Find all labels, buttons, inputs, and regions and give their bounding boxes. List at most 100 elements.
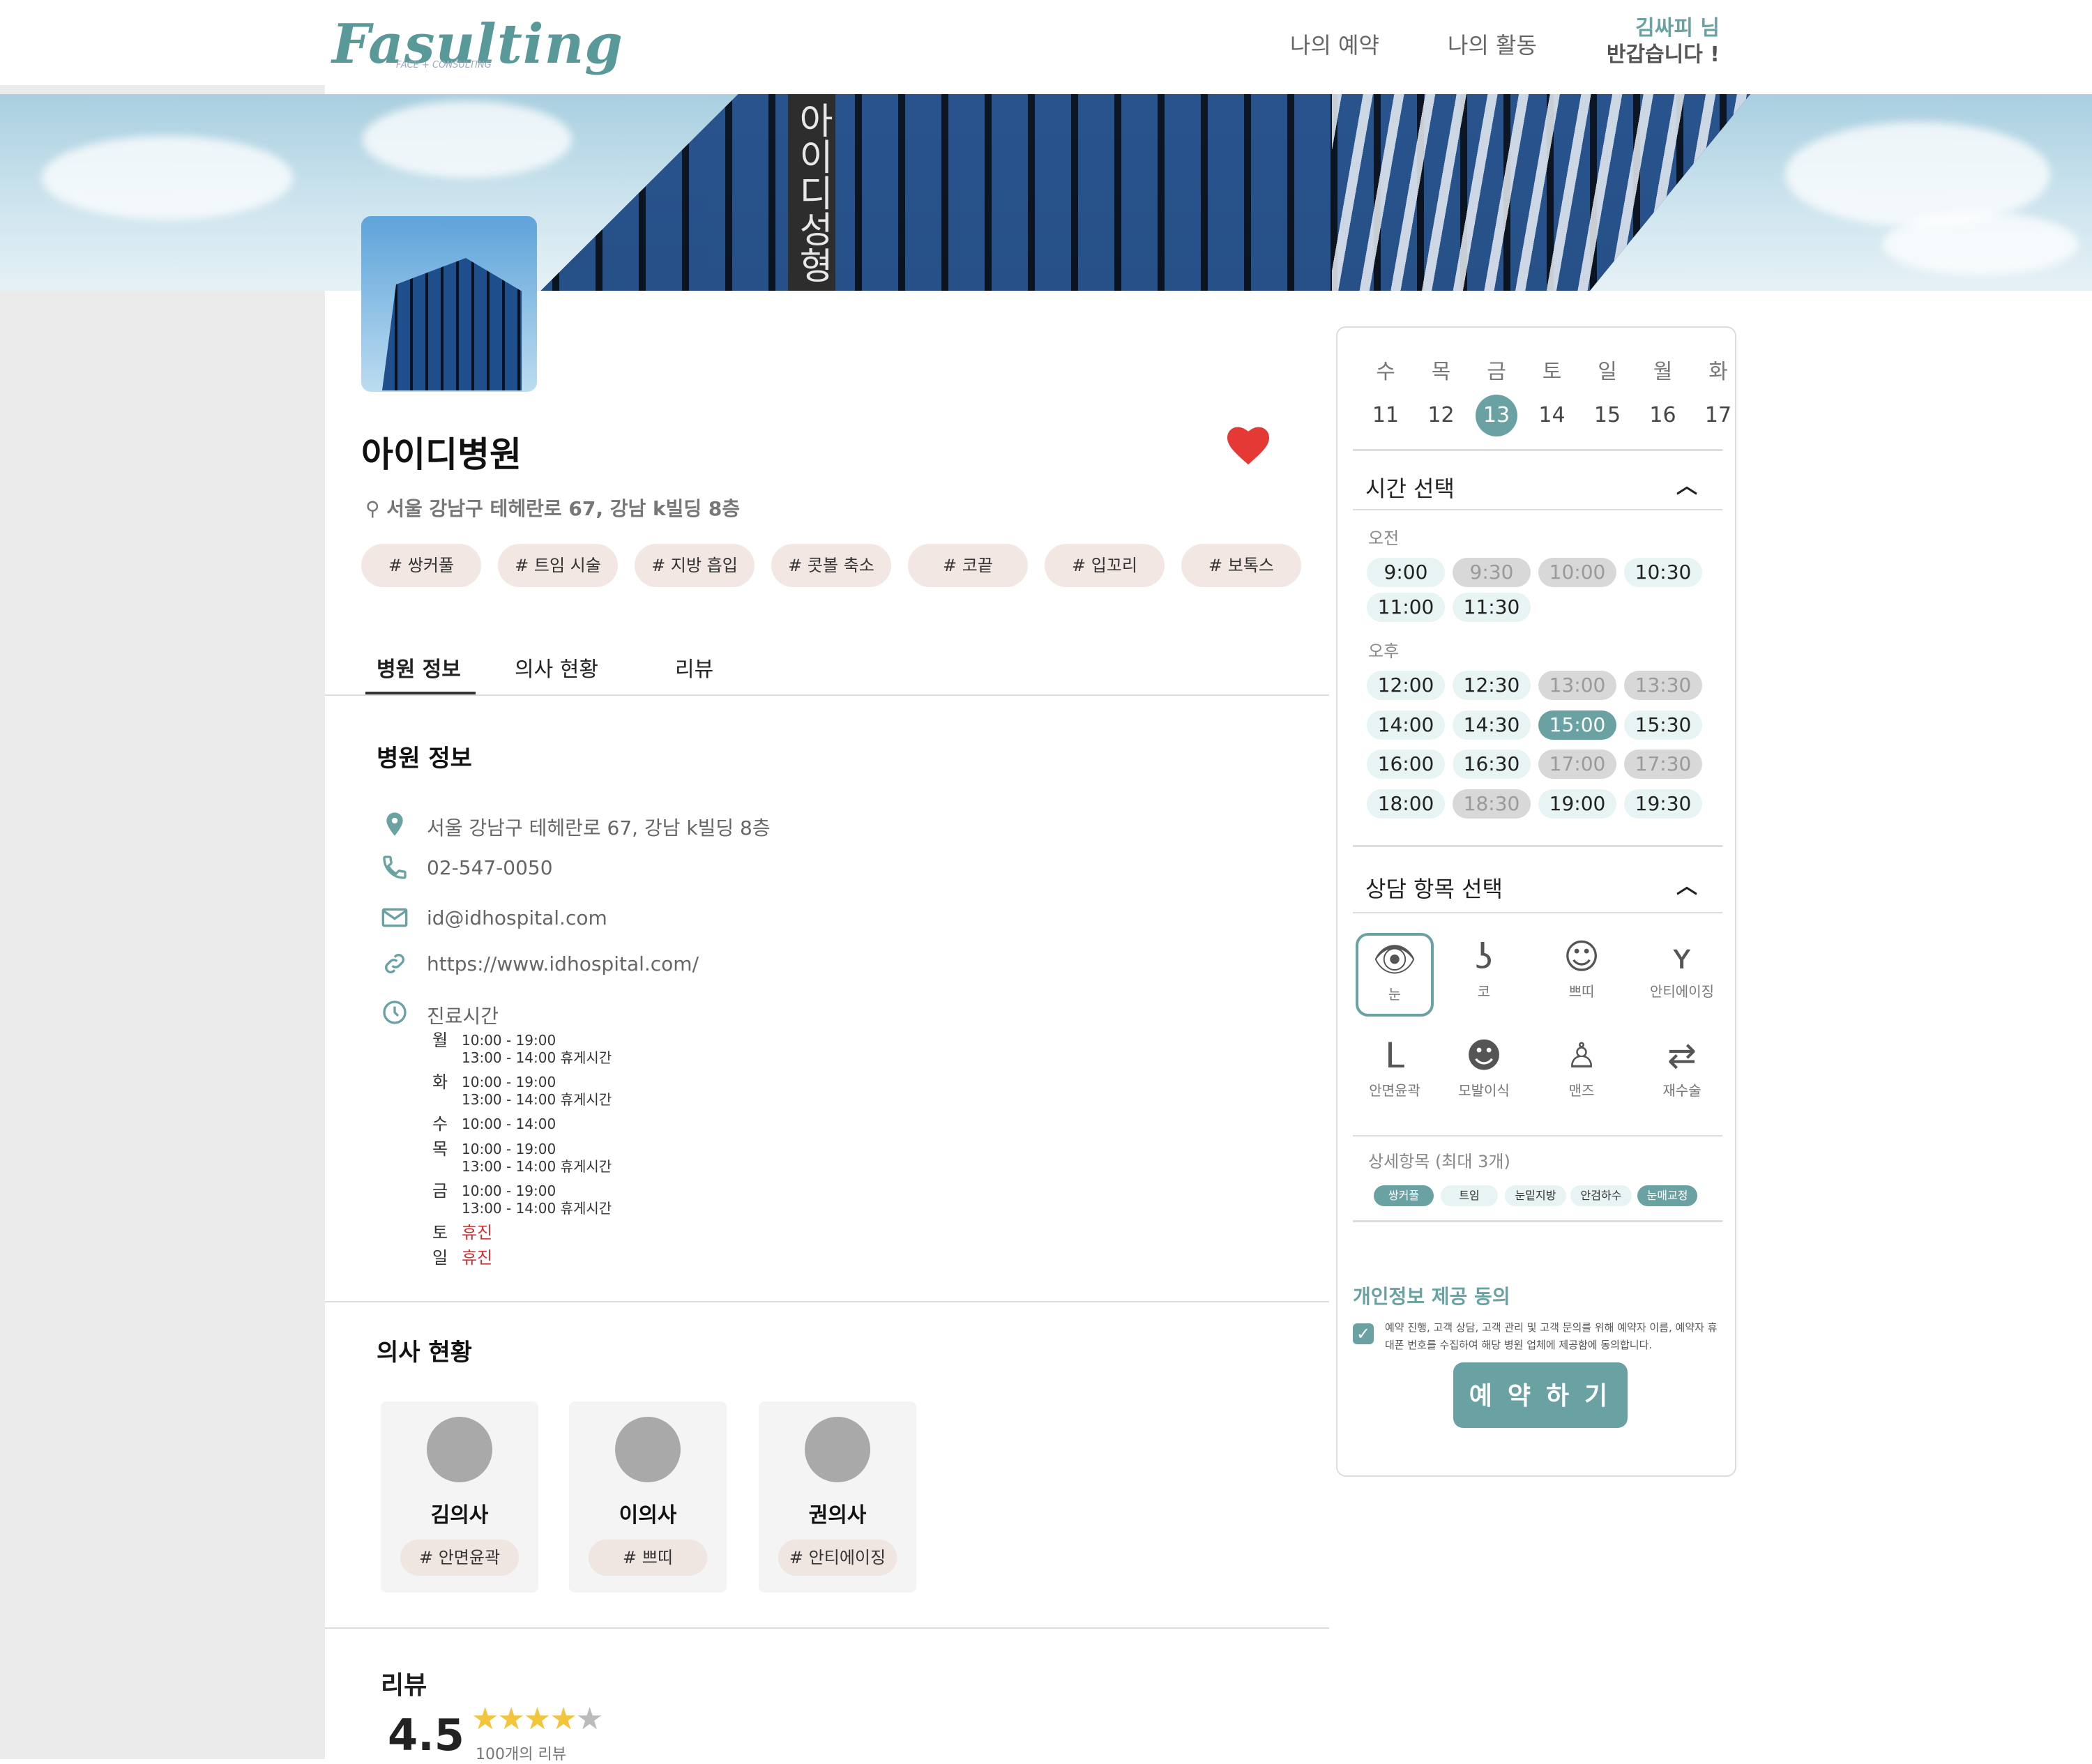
hospital-name: 아이디병원: [361, 434, 522, 475]
time-slot[interactable]: 16:00: [1367, 750, 1445, 779]
time-slot: 17:30: [1624, 750, 1702, 779]
greeting-text: 반갑습니다 !: [1606, 43, 1720, 67]
tab-hospital-info[interactable]: 병원 정보: [377, 652, 461, 683]
panel-divider: [1353, 449, 1722, 451]
jawline-icon: ᒪ: [1385, 1035, 1404, 1076]
detail-chip[interactable]: 안검하수: [1570, 1185, 1632, 1206]
weekday-label: 화: [1708, 360, 1728, 384]
doctor-card[interactable]: 이의사 # 쁘띠: [569, 1401, 727, 1592]
time-slot[interactable]: 9:00: [1367, 558, 1445, 587]
detail-chip[interactable]: 트임: [1441, 1185, 1498, 1206]
hospital-tag[interactable]: # 트임 시술: [498, 544, 618, 587]
time-slot[interactable]: 11:30: [1453, 593, 1531, 622]
book-button[interactable]: 예 약 하 기: [1453, 1362, 1628, 1428]
hours-row: 화 10:00 - 19:00 13:00 - 14:00 휴게시간: [432, 1072, 612, 1109]
category-label: 안티에이징: [1650, 983, 1714, 1000]
hours-row: 토 휴진: [432, 1223, 493, 1242]
consult-section-title: 상담 항목 선택: [1365, 876, 1503, 902]
date-button[interactable]: 11: [1365, 395, 1407, 436]
consult-category[interactable]: ʏ 안티에이징: [1643, 933, 1721, 1017]
closed-label: 휴진: [462, 1223, 493, 1242]
consult-category[interactable]: ʖ코: [1445, 933, 1523, 1017]
time-slot[interactable]: 11:00: [1367, 593, 1445, 622]
am-label: 오전: [1368, 529, 1400, 548]
hours-row: 수 10:00 - 14:00: [432, 1114, 556, 1134]
time-slot[interactable]: 12:30: [1453, 671, 1531, 700]
consult-category[interactable]: ⇄ 재수술: [1643, 1032, 1721, 1116]
panel-divider: [1353, 845, 1722, 847]
doctor-avatar-icon: [615, 1417, 681, 1482]
panel-divider: [1353, 1135, 1722, 1136]
doctor-card[interactable]: 김의사 # 안면윤곽: [381, 1401, 538, 1592]
date-button[interactable]: 17: [1697, 395, 1739, 436]
hospital-tag[interactable]: # 코끝: [908, 544, 1028, 587]
panel-divider: [1353, 509, 1722, 510]
consult-category[interactable]: ᒪ 안면윤곽: [1356, 1032, 1434, 1116]
top-header: [0, 0, 2092, 85]
doctor-tag: # 쁘띠: [589, 1539, 707, 1576]
consult-category[interactable]: ♙ 맨즈: [1543, 1032, 1621, 1116]
date-button[interactable]: 15: [1586, 395, 1628, 436]
time-slot[interactable]: 15:00: [1538, 710, 1616, 740]
detail-chip[interactable]: 눈밑지방: [1505, 1185, 1566, 1206]
opening-hours: 월 10:00 - 19:00 13:00 - 14:00 휴게시간 화 10:00 …: [432, 1032, 612, 1275]
tab-divider: [325, 694, 1329, 696]
section-divider: [325, 1301, 1329, 1302]
phone-icon: [383, 856, 407, 879]
star-icon: ★: [471, 1701, 499, 1737]
date-button[interactable]: 16: [1642, 395, 1684, 436]
star-icon: ★: [575, 1701, 603, 1737]
panel-divider: [1353, 1220, 1722, 1222]
consult-category[interactable]: ☻ 모발이식: [1445, 1032, 1523, 1116]
date-button[interactable]: 12: [1420, 395, 1462, 436]
time-slot[interactable]: 14:00: [1367, 710, 1445, 740]
category-label: 쁘띠: [1568, 983, 1595, 1000]
detail-chip[interactable]: 쌍커풀: [1374, 1185, 1434, 1206]
hours-row: 일 휴진: [432, 1248, 493, 1268]
hospital-tag[interactable]: # 보톡스: [1181, 544, 1301, 587]
consult-category[interactable]: 👁 눈: [1356, 933, 1434, 1017]
doctor-avatar-icon: [805, 1417, 870, 1482]
consult-category[interactable]: ☺ 쁘띠: [1543, 933, 1621, 1017]
time-section-title: 시간 선택: [1365, 476, 1455, 502]
hospital-tag[interactable]: # 입꼬리: [1045, 544, 1165, 587]
section-title-info: 병원 정보: [377, 745, 472, 773]
date-button[interactable]: 14: [1531, 395, 1573, 436]
favorite-heart-icon[interactable]: [1227, 427, 1269, 466]
chevron-up-icon[interactable]: ︿: [1676, 869, 1697, 899]
active-tab-underline: [365, 692, 476, 694]
category-label: 모발이식: [1458, 1082, 1510, 1099]
doctor-name: 권의사: [808, 1503, 867, 1528]
closed-label: 휴진: [462, 1248, 493, 1268]
eye-icon: 👁: [1372, 939, 1417, 980]
banner-sign: 아이디성형: [788, 94, 835, 291]
hospital-tag[interactable]: # 쌍커풀: [361, 544, 481, 587]
time-slot[interactable]: 16:30: [1453, 750, 1531, 779]
chevron-up-icon[interactable]: ︿: [1676, 469, 1697, 499]
weekday-label: 월: [1653, 360, 1673, 384]
doctor-card[interactable]: 권의사 # 안티에이징: [759, 1401, 916, 1592]
hair-icon: ☻: [1465, 1035, 1503, 1076]
time-slot[interactable]: 10:30: [1624, 558, 1702, 587]
time-slot[interactable]: 15:30: [1624, 710, 1702, 740]
section-divider: [325, 1627, 1329, 1629]
weekday-label: 수: [1376, 360, 1395, 384]
hospital-tag[interactable]: # 지방 흡입: [635, 544, 755, 587]
tab-reviews[interactable]: 리뷰: [675, 652, 713, 683]
time-slot[interactable]: 12:00: [1367, 671, 1445, 700]
date-button[interactable]: 13: [1476, 395, 1517, 436]
category-label: 안면윤곽: [1369, 1082, 1420, 1099]
nav-my-activity[interactable]: 나의 활동: [1448, 28, 1537, 60]
consent-text: 예약 진행, 고객 상담, 고객 관리 및 고객 문의를 위해 예약자 이름, …: [1385, 1321, 1718, 1351]
time-slot[interactable]: 19:30: [1624, 789, 1702, 819]
time-slot[interactable]: 19:00: [1538, 789, 1616, 819]
time-slot[interactable]: 14:30: [1453, 710, 1531, 740]
hospital-tag[interactable]: # 콧볼 축소: [771, 544, 891, 587]
detail-chip[interactable]: 눈매교정: [1637, 1185, 1697, 1206]
time-slot: 13:00: [1538, 671, 1616, 700]
hours-row: 월 10:00 - 19:00 13:00 - 14:00 휴게시간: [432, 1031, 612, 1067]
tab-doctors[interactable]: 의사 현황: [515, 652, 598, 683]
time-slot[interactable]: 18:00: [1367, 789, 1445, 819]
nav-my-reservations[interactable]: 나의 예약: [1290, 28, 1379, 60]
consent-checkbox[interactable]: ✓: [1353, 1323, 1374, 1344]
